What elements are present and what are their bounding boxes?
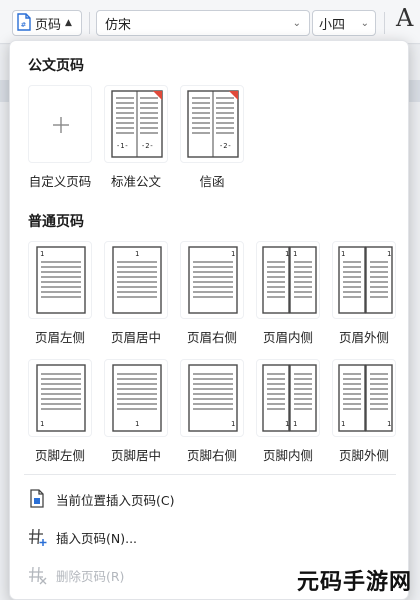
toolbar-divider [384,12,385,34]
ribbon-toolbar: # 页码 ▲ 仿宋 ⌄ 小四 ⌄ A [0,0,420,44]
page-number-icon: # [16,12,32,34]
page-number-text: 1 [135,250,140,258]
tile-label: 标准公文 [110,174,161,189]
page-number-text: -2- [141,142,154,150]
page-number-text: 1 [387,250,392,258]
page-number-text: 1 [135,420,140,428]
page-number-text: 1 [285,250,290,258]
header-inside-tile[interactable]: 11 [256,241,320,319]
page-number-text: -1- [116,142,129,150]
page-layout-preview-icon [188,246,238,314]
footer-inside-tile[interactable]: 11 [256,359,320,437]
tile-label: 页脚右侧 [186,448,237,463]
page-number-text: 1 [387,420,392,428]
page-number-button[interactable]: # 页码 ▲ [12,10,82,36]
toolbar-divider [89,12,90,34]
insert-at-cursor-menu-item[interactable]: 当前位置插入页码(C) [22,484,398,514]
text-style-icon[interactable]: A [396,4,413,32]
hash-delete-icon [26,564,48,586]
page-number-text: 1 [341,250,346,258]
hash-plus-icon [26,526,48,548]
normal-section-title: 普通页码 [28,214,84,230]
page-layout-preview-icon [36,246,86,314]
header-left-tile[interactable]: 1 [28,241,92,319]
tile-label: 页脚外侧 [338,448,389,463]
tile-label: 页眉内侧 [262,330,313,345]
font-name-value: 仿宋 [105,17,132,33]
page-layout-preview-icon [188,364,238,432]
official-section-title: 公文页码 [28,58,84,74]
tile-label: 页眉左侧 [34,330,85,345]
page-number-text: 1 [40,420,45,428]
font-size-value: 小四 [319,17,346,33]
tile-label: 页脚内侧 [262,448,313,463]
chevron-down-icon: ⌄ [360,17,369,29]
footer-center-tile[interactable]: 1 [104,359,168,437]
footer-outside-tile[interactable]: 11 [332,359,396,437]
header-outside-tile[interactable]: 11 [332,241,396,319]
two-page-preview-icon [187,90,239,158]
menu-divider [24,474,396,475]
page-number-text: 1 [231,420,236,428]
page-number-text: 1 [341,420,346,428]
tile-label: 信函 [199,174,225,189]
menu-item-label: 删除页码(R) [56,568,125,584]
footer-right-tile[interactable]: 1 [180,359,244,437]
tile-label: 自定义页码 [28,174,92,189]
tile-label: 页脚左侧 [34,448,85,463]
page-layout-preview-icon [36,364,86,432]
page-number-text: 1 [231,250,236,258]
page-number-text: 1 [293,250,298,258]
page-number-text: 1 [40,250,45,258]
letter-tile[interactable]: -2- [180,85,244,163]
tile-label: 页眉外侧 [338,330,389,345]
watermark-text: 元码手游网 [296,570,412,595]
insert-page-number-icon [26,488,48,510]
chevron-down-icon: ⌄ [292,17,301,29]
tile-label: 页眉右侧 [186,330,237,345]
standard-official-tile[interactable]: -1- -2- [104,85,168,163]
page-number-dropdown: 公文页码 自定义页码 -1- -2- 标准公文 -2- 信函 普通页码 1 页眉… [9,40,409,600]
plus-icon [53,117,69,133]
tile-label: 页眉居中 [110,330,161,345]
chevron-up-icon: ▲ [65,18,72,28]
insert-page-number-menu-item[interactable]: 插入页码(N)... [22,522,398,552]
page-number-text: 1 [285,420,290,428]
two-page-preview-icon [111,90,163,158]
menu-item-label: 当前位置插入页码(C) [56,492,175,508]
font-name-select[interactable]: 仿宋 ⌄ [96,10,310,36]
svg-text:#: # [21,21,27,29]
page-number-label: 页码 [35,17,62,33]
header-center-tile[interactable]: 1 [104,241,168,319]
font-size-select[interactable]: 小四 ⌄ [312,10,376,36]
footer-left-tile[interactable]: 1 [28,359,92,437]
page-number-text: -2- [219,142,232,150]
menu-item-label: 插入页码(N)... [56,530,138,546]
header-right-tile[interactable]: 1 [180,241,244,319]
page-number-text: 1 [293,420,298,428]
custom-page-number-tile[interactable] [28,85,92,163]
tile-label: 页脚居中 [110,448,161,463]
